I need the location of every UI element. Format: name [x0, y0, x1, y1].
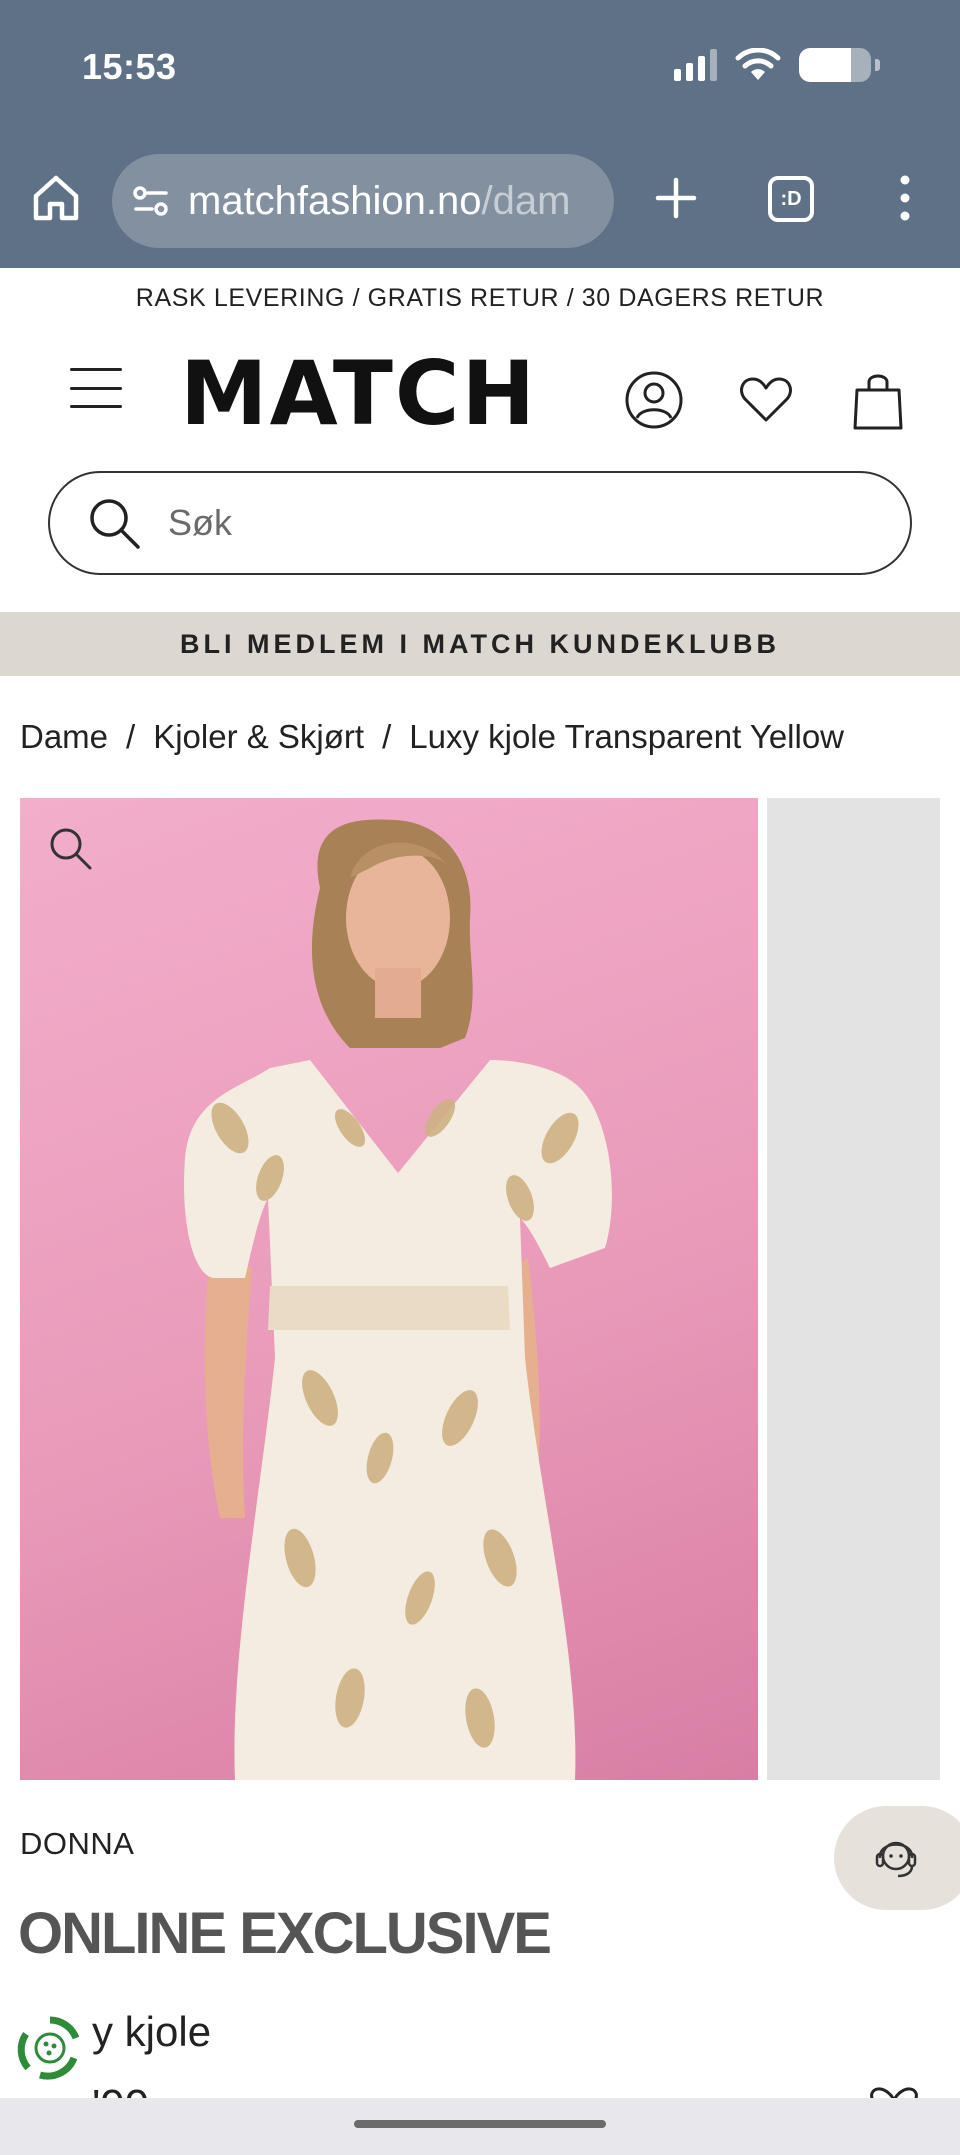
product-gallery[interactable] — [20, 798, 940, 1780]
site-header: MATCH — [0, 340, 960, 460]
breadcrumb-item-dame[interactable]: Dame — [20, 718, 108, 756]
browser-chrome: 15:53 matchfashion.no/dam:D — [0, 0, 960, 268]
heart-icon[interactable] — [736, 370, 796, 430]
promo-banner: RASK LEVERING / GRATIS RETUR / 30 DAGERS… — [0, 268, 960, 328]
url-host: matchfashion.no — [188, 178, 482, 223]
search-icon — [90, 499, 140, 549]
status-icons — [674, 48, 880, 82]
hamburger-menu-icon[interactable] — [70, 368, 122, 408]
search-input[interactable] — [168, 502, 768, 544]
customer-service-chat-button[interactable] — [834, 1806, 960, 1910]
zoom-icon[interactable] — [46, 824, 94, 872]
breadcrumb: Dame / Kjoler & Skjørt / Luxy kjole Tran… — [20, 718, 844, 756]
tabs-icon[interactable]: :D — [768, 176, 814, 222]
more-icon[interactable] — [890, 170, 920, 226]
product-image[interactable] — [20, 798, 758, 1780]
site-settings-icon[interactable] — [132, 185, 170, 217]
product-brand[interactable]: DONNA — [20, 1826, 134, 1862]
online-exclusive-badge: ONLINE EXCLUSIVE — [18, 1901, 552, 1966]
signal-icon — [674, 49, 717, 81]
breadcrumb-separator: / — [126, 718, 136, 755]
url-text: matchfashion.no/dam — [188, 179, 570, 224]
product-name: y kjole — [92, 2008, 212, 2055]
home-icon[interactable] — [30, 172, 82, 224]
support-agent-icon — [875, 1841, 917, 1878]
shopping-bag-icon[interactable] — [848, 370, 908, 430]
product-price: '99 — [92, 2084, 149, 2098]
battery-icon — [799, 48, 880, 82]
model-illustration — [184, 819, 612, 1780]
url-bar[interactable]: matchfashion.no/dam — [112, 154, 614, 248]
system-gesture-bar — [0, 2098, 960, 2155]
search-bar[interactable] — [48, 471, 912, 575]
url-path: /dam — [481, 178, 571, 223]
site-logo[interactable]: MATCH — [180, 350, 537, 438]
browser-nav-row: matchfashion.no/dam :D — [0, 150, 960, 250]
breadcrumb-item-kjoler[interactable]: Kjoler & Skjørt — [153, 718, 364, 756]
breadcrumb-separator: / — [382, 718, 392, 755]
home-indicator[interactable] — [354, 2120, 606, 2128]
recycle-badge-icon[interactable] — [16, 2014, 84, 2082]
breadcrumb-item-current: Luxy kjole Transparent Yellow — [409, 718, 845, 755]
wifi-icon — [735, 48, 781, 80]
account-icon[interactable] — [624, 370, 684, 430]
favorite-icon[interactable] — [866, 2086, 922, 2098]
next-product-image[interactable] — [767, 798, 940, 1780]
plus-icon[interactable] — [650, 172, 702, 224]
club-banner[interactable]: BLI MEDLEM I MATCH KUNDEKLUBB — [0, 612, 960, 676]
status-time: 15:53 — [82, 46, 177, 87]
